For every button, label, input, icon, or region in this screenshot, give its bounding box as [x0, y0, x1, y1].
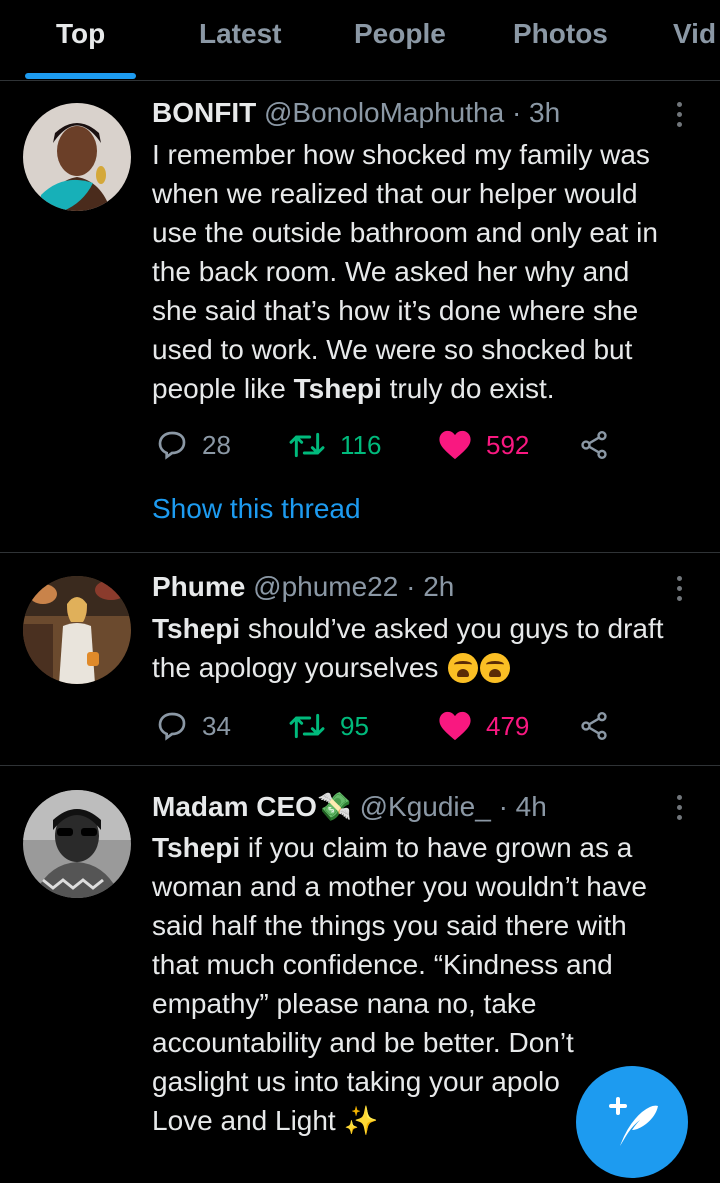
- retweet-button[interactable]: 116: [288, 425, 381, 465]
- tab-people[interactable]: People: [354, 18, 446, 50]
- more-icon[interactable]: [670, 97, 690, 133]
- heart-icon: [439, 430, 471, 460]
- share-button[interactable]: [578, 425, 610, 465]
- like-button[interactable]: 479: [438, 706, 529, 746]
- tab-photos[interactable]: Photos: [513, 18, 608, 50]
- like-count: 479: [486, 710, 530, 741]
- timestamp[interactable]: 4h: [516, 791, 547, 822]
- share-icon: [581, 712, 607, 740]
- mention-name: Tshepi: [293, 373, 382, 404]
- money-emoji: 💸: [316, 791, 352, 822]
- handle[interactable]: @phume22: [253, 571, 398, 602]
- weary-face-emoji: [448, 653, 479, 683]
- display-name[interactable]: Phume: [152, 571, 245, 602]
- display-name[interactable]: BONFIT: [152, 97, 256, 128]
- tweet-header: BONFIT @BonoloMaphutha · 3h: [152, 97, 561, 128]
- retweet-icon: [289, 432, 325, 458]
- share-icon: [581, 431, 607, 459]
- active-tab-indicator: [25, 73, 136, 79]
- timestamp[interactable]: 2h: [423, 571, 454, 602]
- reply-count: 34: [202, 710, 231, 741]
- sparkles-emoji: ✨: [343, 1105, 379, 1136]
- weary-face-emoji: [480, 653, 511, 683]
- tweet[interactable]: BONFIT @BonoloMaphutha · 3h I remember h…: [0, 81, 720, 553]
- tab-top[interactable]: Top: [56, 18, 105, 50]
- tab-videos[interactable]: Vid: [673, 18, 716, 50]
- more-icon[interactable]: [670, 571, 690, 607]
- retweet-icon: [289, 713, 325, 739]
- retweet-count: 95: [340, 710, 369, 741]
- compose-tweet-button[interactable]: [576, 1066, 688, 1178]
- tweet-text: I remember how shocked my family was whe…: [152, 139, 658, 404]
- reply-button[interactable]: 28: [156, 425, 231, 465]
- mention-name: Tshepi: [152, 832, 241, 863]
- like-button[interactable]: 592: [438, 425, 529, 465]
- timestamp[interactable]: 3h: [529, 97, 560, 128]
- retweet-button[interactable]: 95: [288, 706, 369, 746]
- more-icon[interactable]: [670, 790, 690, 826]
- avatar[interactable]: [23, 790, 131, 898]
- reply-count: 28: [202, 429, 231, 460]
- handle[interactable]: @BonoloMaphutha: [264, 97, 504, 128]
- tab-latest[interactable]: Latest: [199, 18, 281, 50]
- handle[interactable]: @Kgudie_: [360, 791, 491, 822]
- tweet-header: Phume @phume22 · 2h: [152, 571, 455, 602]
- tweet-text: Tshepi should’ve asked you guys to draft…: [152, 613, 664, 683]
- tweet-actions: 34 95 479: [152, 706, 652, 746]
- tweet[interactable]: Phume @phume22 · 2h Tshepi should’ve ask…: [0, 553, 720, 766]
- reply-button[interactable]: 34: [156, 706, 231, 746]
- compose-tweet-icon: [609, 1097, 658, 1146]
- show-thread-link[interactable]: Show this thread: [152, 493, 361, 525]
- reply-icon: [158, 712, 186, 741]
- mention-name: Tshepi: [152, 613, 241, 644]
- heart-icon: [439, 711, 471, 741]
- like-count: 592: [486, 429, 530, 460]
- tweet-actions: 28 116 592: [152, 425, 652, 465]
- avatar[interactable]: [23, 576, 131, 684]
- avatar[interactable]: [23, 103, 131, 211]
- tweet-header: Madam CEO💸 @Kgudie_ · 4h: [152, 791, 547, 822]
- share-button[interactable]: [578, 706, 610, 746]
- reply-icon: [158, 431, 186, 460]
- retweet-count: 116: [340, 429, 382, 460]
- display-name[interactable]: Madam CEO: [152, 791, 317, 822]
- search-tabs: Top Latest People Photos Vid: [0, 0, 720, 81]
